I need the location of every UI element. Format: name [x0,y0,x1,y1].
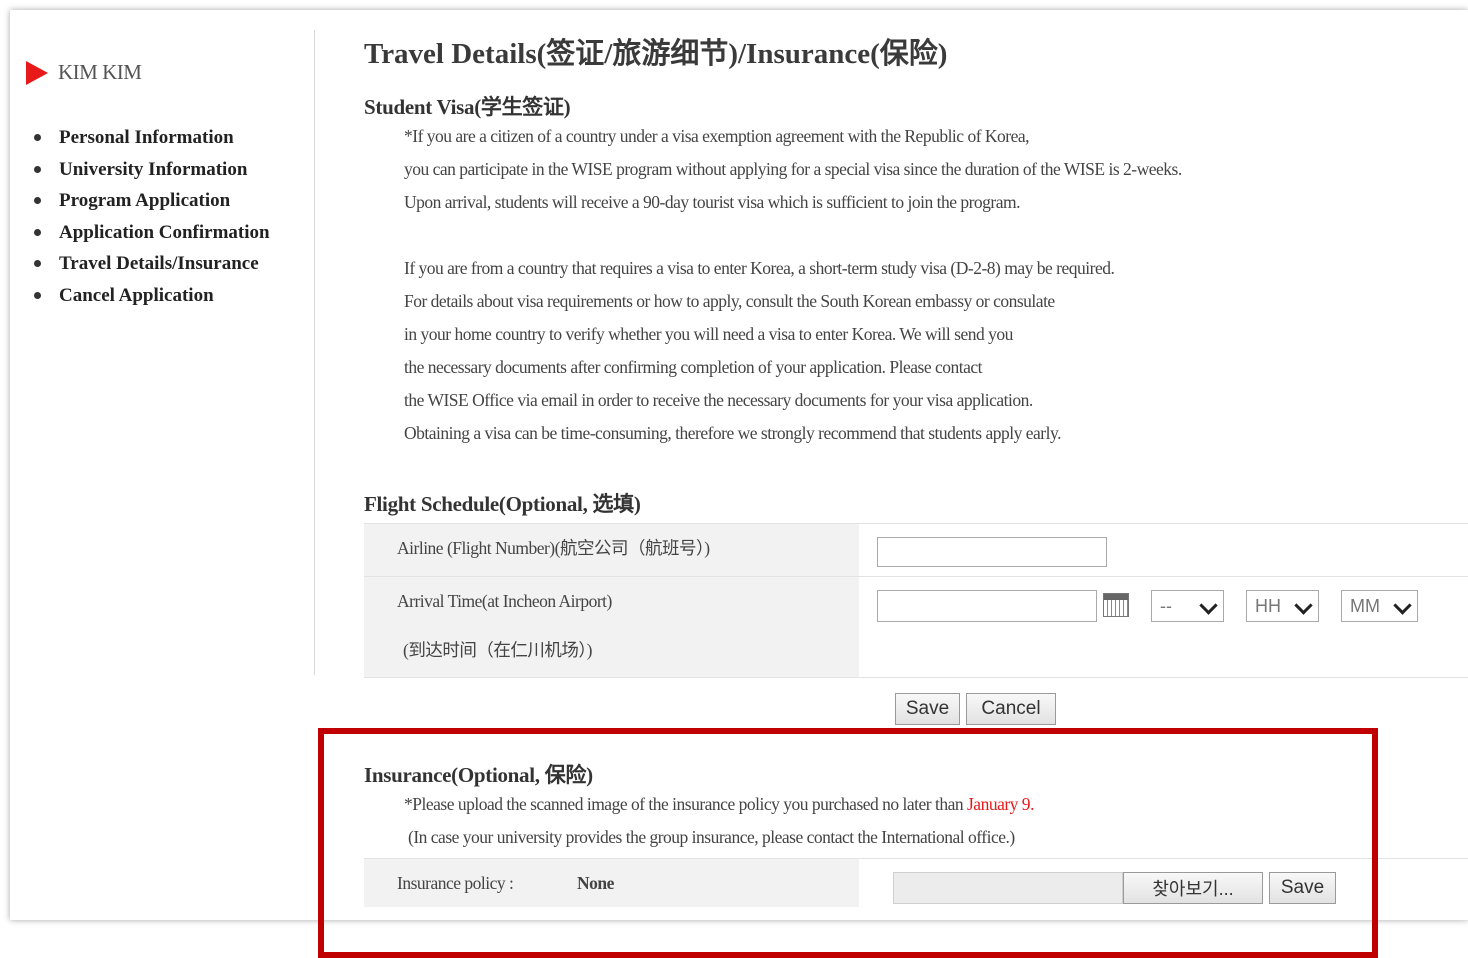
bullet-icon [34,165,41,173]
bullet-icon [34,228,41,236]
flight-cancel-button[interactable]: Cancel [966,693,1056,725]
sidebar-item-label: Travel Details/Insurance [59,253,259,275]
visa-line: in your home country to verify whether y… [404,324,1013,344]
hour-select[interactable]: HH [1246,590,1319,622]
airline-label: Airline (Flight Number)(航空公司（航班号）) [364,524,859,576]
minute-select[interactable]: MM [1341,590,1418,622]
user-header: KIM KIM [26,60,142,85]
arrow-right-icon [26,60,48,85]
chevron-down-icon [1199,596,1218,615]
visa-line: Upon arrival, students will receive a 90… [404,192,1021,212]
sidebar-item-travel-details-insurance[interactable]: Travel Details/Insurance [28,248,270,280]
visa-description: *If you are a citizen of a country under… [404,120,1182,450]
arrival-label: Arrival Time(at Incheon Airport) (到达时间（在… [364,577,859,677]
sidebar-item-label: University Information [59,158,248,180]
sidebar-item-personal-information[interactable]: Personal Information [28,122,270,154]
sidebar-nav: Personal Information University Informat… [28,122,270,311]
minute-selected: MM [1350,595,1380,616]
airline-value-cell [859,524,1468,576]
airline-input[interactable] [877,537,1107,567]
chevron-down-icon [1294,596,1313,615]
visa-section-title: Student Visa(学生签证) [364,95,571,119]
sidebar-item-label: Application Confirmation [59,221,270,243]
visa-line: *If you are a citizen of a country under… [404,126,1030,146]
calendar-icon[interactable] [1103,593,1129,617]
insurance-highlight-box [318,728,1378,958]
flight-section-title: Flight Schedule(Optional, 选填) [364,492,641,516]
flight-save-button[interactable]: Save [895,693,960,725]
sidebar-item-application-confirmation[interactable]: Application Confirmation [28,217,270,249]
visa-line: the necessary documents after confirming… [404,357,983,377]
visa-line: you can participate in the WISE program … [404,159,1182,179]
user-name: KIM KIM [58,60,142,84]
visa-line: the WISE Office via email in order to re… [404,390,1033,410]
visa-line: Obtaining a visa can be time-consuming, … [404,423,1061,443]
bullet-icon [34,134,41,142]
hour-selected: HH [1255,595,1281,616]
arrival-label-line-2: (到达时间（在仁川机场）) [403,640,592,660]
bullet-icon [34,260,41,268]
bullet-icon [34,197,41,205]
sidebar-item-cancel-application[interactable]: Cancel Application [28,280,270,312]
sidebar: KIM KIM Personal Information University … [10,30,315,675]
chevron-down-icon [1393,596,1412,615]
ampm-selected: -- [1160,595,1172,616]
arrival-row: Arrival Time(at Incheon Airport) (到达时间（在… [364,577,1468,678]
sidebar-item-label: Personal Information [59,127,234,149]
page-title: Travel Details(签证/旅游细节)/Insurance(保险) [364,38,948,70]
ampm-select[interactable]: -- [1151,590,1224,622]
sidebar-item-label: Cancel Application [59,284,214,306]
arrival-label-line-1: Arrival Time(at Incheon Airport) [397,591,612,611]
flight-form: Airline (Flight Number)(航空公司（航班号）) Arriv… [364,523,1468,678]
sidebar-item-program-application[interactable]: Program Application [28,185,270,217]
airline-row: Airline (Flight Number)(航空公司（航班号）) [364,524,1468,577]
visa-line: If you are from a country that requires … [404,258,1115,278]
arrival-value-cell: -- HH MM [859,577,1468,677]
visa-line: For details about visa requirements or h… [404,291,1055,311]
arrival-date-input[interactable] [877,590,1097,622]
bullet-icon [34,291,41,299]
visa-line [404,219,1182,252]
sidebar-item-university-information[interactable]: University Information [28,154,270,186]
sidebar-item-label: Program Application [59,190,231,212]
